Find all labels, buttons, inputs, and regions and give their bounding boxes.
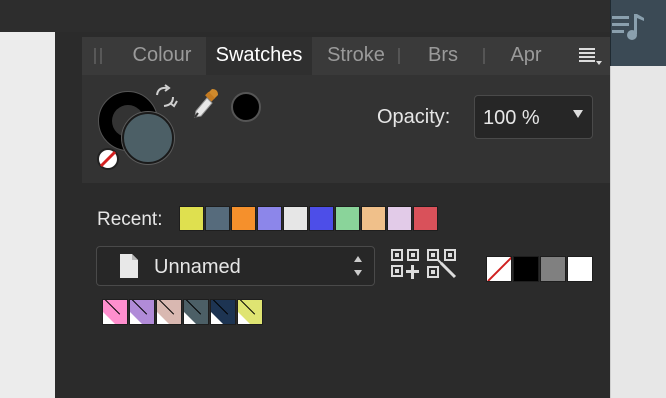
panel-tab-bar: Colour Swatches Stroke Brs Apr	[82, 37, 610, 75]
recent-swatches	[179, 206, 438, 231]
document-icon	[120, 254, 138, 278]
opacity-label: Opacity:	[377, 106, 451, 128]
recent-swatch[interactable]	[309, 206, 334, 231]
document-swatch[interactable]	[237, 299, 263, 325]
recent-swatch[interactable]	[387, 206, 412, 231]
edit-swatch-icon[interactable]	[427, 249, 459, 281]
recent-swatch[interactable]	[205, 206, 230, 231]
recent-label: Recent:	[97, 209, 163, 230]
opacity-value: 100 %	[483, 107, 540, 129]
no-fill-icon[interactable]	[96, 147, 120, 171]
tab-separator	[483, 48, 485, 64]
recent-swatch[interactable]	[231, 206, 256, 231]
music-list-icon[interactable]	[612, 10, 646, 46]
palette-name: Unnamed	[154, 256, 241, 278]
basic-swatch[interactable]	[513, 256, 539, 282]
panel-menu-icon[interactable]	[578, 46, 604, 66]
document-swatch[interactable]	[183, 299, 209, 325]
document-swatch[interactable]	[156, 299, 182, 325]
colour-selector-bar: Opacity: 100 %	[82, 75, 610, 183]
recent-swatch[interactable]	[257, 206, 282, 231]
tab-appearance[interactable]: Apr	[498, 37, 554, 75]
palette-dropdown[interactable]: Unnamed	[96, 246, 375, 286]
document-swatch[interactable]	[102, 299, 128, 325]
drag-grip-icon[interactable]	[94, 48, 102, 64]
swatches-panel: Colour Swatches Stroke Brs Apr Opacity: …	[55, 32, 610, 398]
fill-color-well[interactable]	[122, 112, 174, 164]
eyedropper-icon[interactable]	[192, 87, 220, 121]
tab-colour[interactable]: Colour	[120, 37, 204, 75]
basic-swatch[interactable]	[540, 256, 566, 282]
tab-brushes[interactable]: Brs	[418, 37, 468, 75]
document-swatch[interactable]	[210, 299, 236, 325]
recent-swatch[interactable]	[335, 206, 360, 231]
canvas-area	[0, 32, 55, 398]
opacity-dropdown[interactable]: 100 %	[474, 95, 593, 139]
no-color-swatch[interactable]	[486, 256, 512, 282]
dropdown-arrow-icon	[573, 110, 583, 118]
picked-color-well[interactable]	[231, 92, 261, 122]
basic-swatches	[486, 256, 593, 282]
document-swatch[interactable]	[129, 299, 155, 325]
recent-swatch[interactable]	[179, 206, 204, 231]
add-swatch-icon[interactable]	[391, 249, 421, 281]
document-swatches	[102, 299, 263, 325]
recent-swatch[interactable]	[361, 206, 386, 231]
stepper-arrows-icon	[354, 255, 362, 277]
tab-separator	[398, 48, 400, 64]
basic-swatch[interactable]	[567, 256, 593, 282]
recent-swatch[interactable]	[413, 206, 438, 231]
right-canvas-area	[610, 66, 666, 398]
top-strip	[55, 0, 610, 32]
tab-swatches[interactable]: Swatches	[206, 37, 312, 75]
recent-swatch[interactable]	[283, 206, 308, 231]
swap-colors-icon[interactable]	[152, 84, 178, 110]
tab-stroke[interactable]: Stroke	[318, 37, 394, 75]
